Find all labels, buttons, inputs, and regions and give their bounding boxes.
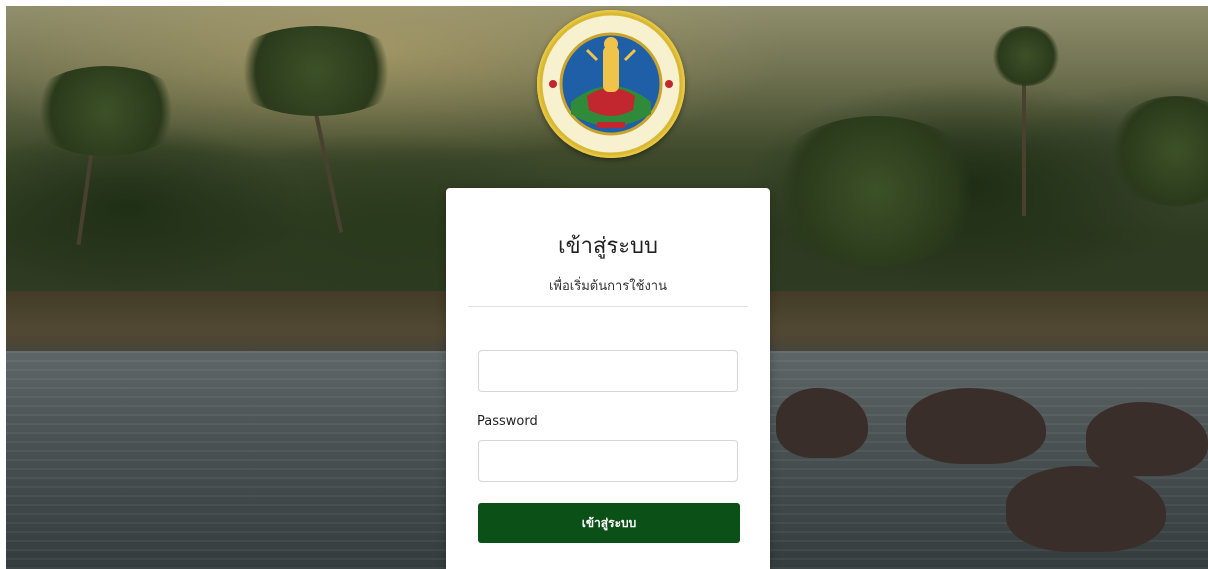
department-logo <box>537 10 685 158</box>
palm-crown <box>26 66 186 156</box>
login-button[interactable]: เข้าสู่ระบบ <box>478 503 740 543</box>
tree-canopy <box>766 116 986 266</box>
palm-trunk <box>1022 66 1026 216</box>
password-label: Password <box>477 414 538 429</box>
login-card: เข้าสู่ระบบ เพื่อเริ่มต้นการใช้งาน Passw… <box>446 188 770 569</box>
palm-crown <box>991 26 1061 86</box>
divider <box>468 306 748 307</box>
seal-icon <box>539 12 683 156</box>
palm-crown <box>226 26 406 116</box>
username-input[interactable] <box>478 350 738 392</box>
login-subtitle: เพื่อเริ่มต้นการใช้งาน <box>548 279 667 294</box>
password-input[interactable] <box>478 440 738 482</box>
login-title: เข้าสู่ระบบ <box>558 234 658 259</box>
page-frame: เข้าสู่ระบบ เพื่อเริ่มต้นการใช้งาน Passw… <box>6 6 1208 569</box>
